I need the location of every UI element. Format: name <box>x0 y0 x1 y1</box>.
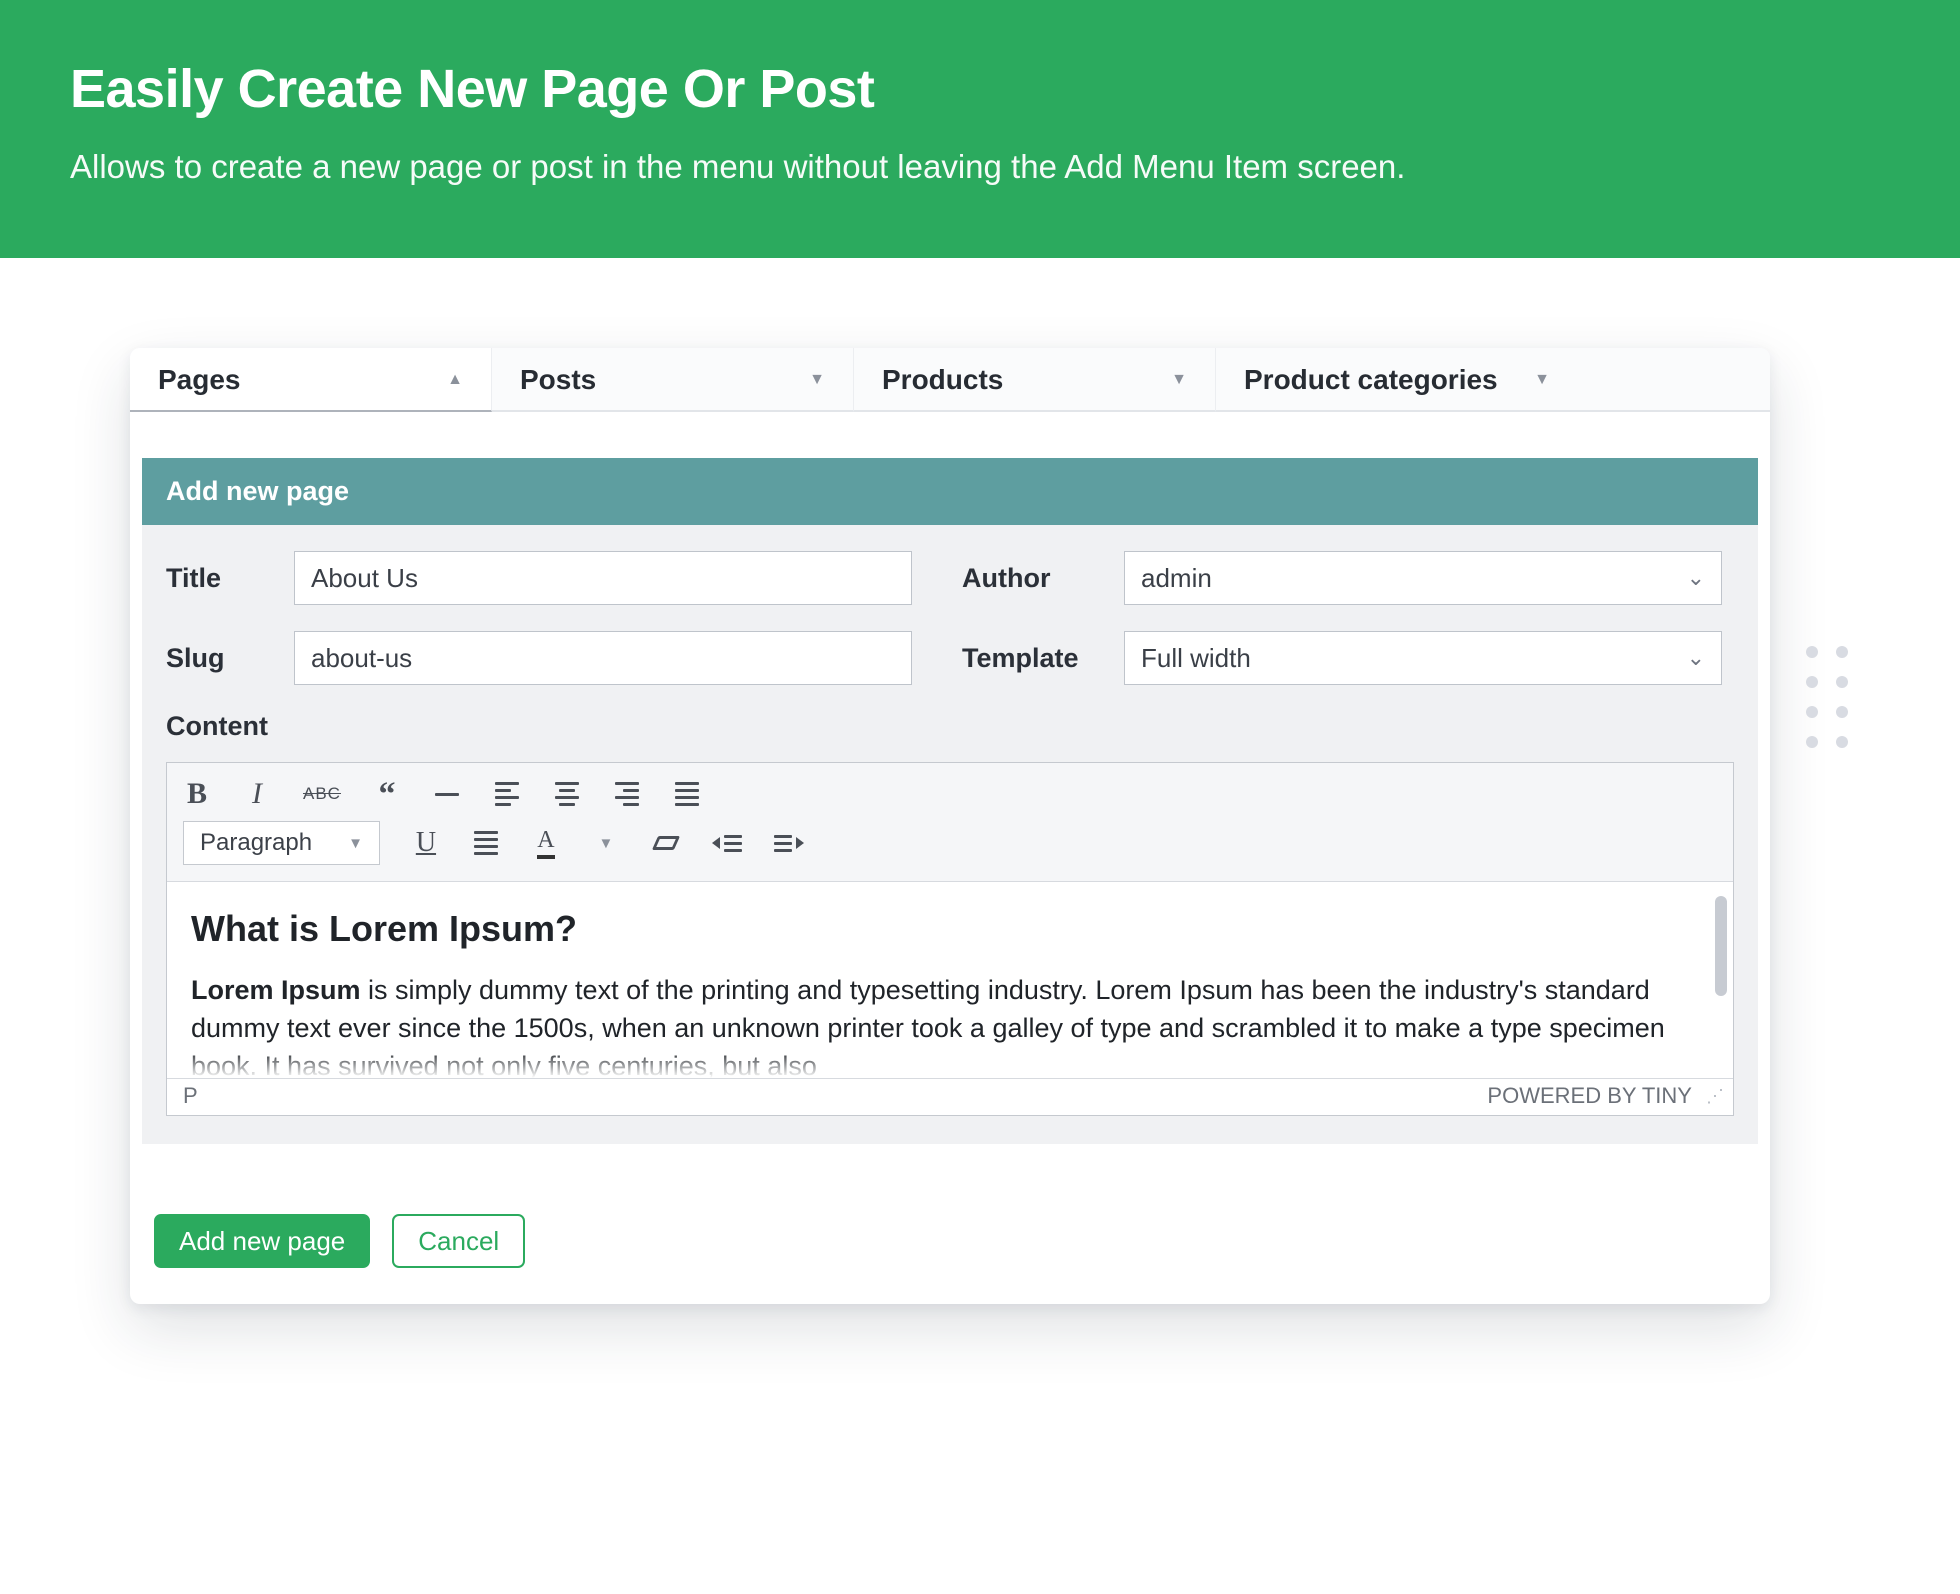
align-center-button[interactable] <box>553 777 581 811</box>
form-area: Title Author admin ⌄ Slug Template Full … <box>142 525 1758 1144</box>
strikethrough-button[interactable]: ABC <box>303 777 341 811</box>
tab-label: Product categories <box>1244 364 1498 396</box>
text-color-dropdown[interactable]: ▼ <box>592 826 620 860</box>
chevron-down-icon: ⌄ <box>1687 645 1705 671</box>
author-value: admin <box>1141 563 1212 594</box>
hero-subtitle: Allows to create a new page or post in t… <box>70 148 1890 186</box>
tab-pages[interactable]: Pages ▲ <box>130 348 492 412</box>
content-heading: What is Lorem Ipsum? <box>191 904 1709 954</box>
template-label: Template <box>962 643 1100 674</box>
title-label: Title <box>166 563 270 594</box>
tab-posts[interactable]: Posts ▼ <box>492 348 854 412</box>
outdent-icon <box>712 835 742 852</box>
align-justify-icon <box>474 831 498 855</box>
align-right-button[interactable] <box>613 777 641 811</box>
tab-label: Products <box>882 364 1003 396</box>
slug-label: Slug <box>166 643 270 674</box>
chevron-down-icon: ⌄ <box>1687 565 1705 591</box>
author-select[interactable]: admin ⌄ <box>1124 551 1722 605</box>
underline-button[interactable]: U <box>412 826 440 860</box>
align-left-icon <box>495 782 519 806</box>
blockquote-button[interactable]: “ <box>373 777 401 811</box>
editor-card: Pages ▲ Posts ▼ Products ▼ Product categ… <box>130 348 1770 1304</box>
scrollbar-thumb[interactable] <box>1715 896 1727 996</box>
rich-text-editor: B I ABC “ Paragraph ▼ <box>166 762 1734 1116</box>
clear-formatting-button[interactable] <box>652 826 680 860</box>
align-justify-button-2[interactable] <box>472 826 500 860</box>
powered-by-label[interactable]: POWERED BY TINY <box>1487 1083 1692 1109</box>
hr-icon <box>435 793 459 796</box>
caret-down-icon: ▼ <box>1171 371 1187 389</box>
editor-toolbar: B I ABC “ Paragraph ▼ <box>167 763 1733 882</box>
align-justify-icon <box>675 782 699 806</box>
caret-up-icon: ▲ <box>447 371 463 389</box>
tab-products[interactable]: Products ▼ <box>854 348 1216 412</box>
action-bar: Add new page Cancel <box>130 1144 1770 1304</box>
element-path[interactable]: P <box>183 1083 198 1109</box>
horizontal-rule-button[interactable] <box>433 777 461 811</box>
block-format-select[interactable]: Paragraph ▼ <box>183 821 380 865</box>
tab-label: Pages <box>158 364 241 396</box>
tab-label: Posts <box>520 364 596 396</box>
indent-button[interactable] <box>774 826 804 860</box>
outdent-button[interactable] <box>712 826 742 860</box>
block-format-value: Paragraph <box>200 829 312 857</box>
content-strong-lead: Lorem Ipsum <box>191 975 361 1005</box>
caret-down-icon: ▼ <box>809 371 825 389</box>
add-new-page-button[interactable]: Add new page <box>154 1214 370 1268</box>
resize-handle-icon[interactable]: ⋰ <box>1706 1086 1721 1107</box>
author-label: Author <box>962 563 1100 594</box>
bold-button[interactable]: B <box>183 777 211 811</box>
title-input[interactable] <box>294 551 912 605</box>
stage: Pages ▲ Posts ▼ Products ▼ Product categ… <box>0 258 1960 1384</box>
eraser-icon <box>652 836 680 850</box>
hero-title: Easily Create New Page Or Post <box>70 58 1890 120</box>
decorative-dots <box>1806 646 1848 748</box>
text-color-button[interactable]: A <box>532 826 560 860</box>
align-center-icon <box>555 782 579 806</box>
italic-button[interactable]: I <box>243 777 271 811</box>
slug-input[interactable] <box>294 631 912 685</box>
quote-icon: “ <box>378 786 395 803</box>
template-select[interactable]: Full width ⌄ <box>1124 631 1722 685</box>
align-justify-button[interactable] <box>673 777 701 811</box>
editor-status-bar: P POWERED BY TINY ⋰ <box>167 1078 1733 1115</box>
cancel-button[interactable]: Cancel <box>392 1214 525 1268</box>
strikethrough-icon: ABC <box>303 784 341 804</box>
editor-content-area[interactable]: What is Lorem Ipsum? Lorem Ipsum is simp… <box>167 882 1733 1078</box>
caret-down-icon: ▼ <box>348 835 363 852</box>
content-label: Content <box>166 711 1734 742</box>
type-tabs: Pages ▲ Posts ▼ Products ▼ Product categ… <box>130 348 1770 412</box>
section-header: Add new page <box>142 458 1758 525</box>
tab-product-categories[interactable]: Product categories ▼ <box>1216 348 1578 412</box>
template-value: Full width <box>1141 643 1251 674</box>
hero-banner: Easily Create New Page Or Post Allows to… <box>0 0 1960 258</box>
caret-down-icon: ▼ <box>1534 371 1550 389</box>
indent-icon <box>774 835 804 852</box>
text-color-icon: A <box>537 827 554 859</box>
fade-overlay <box>167 1050 1733 1078</box>
align-right-icon <box>615 782 639 806</box>
align-left-button[interactable] <box>493 777 521 811</box>
